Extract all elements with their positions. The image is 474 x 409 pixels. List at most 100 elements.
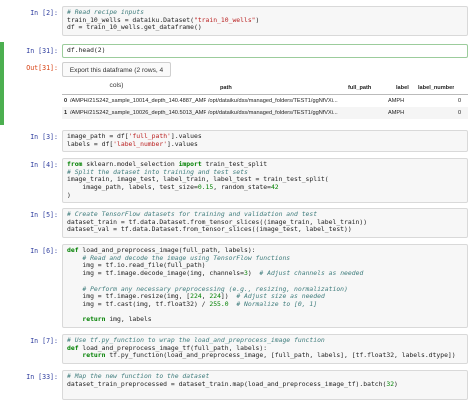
code-token: train_test_split xyxy=(201,161,268,168)
code-comment: # Read recipe inputs xyxy=(67,9,144,16)
code-token: ].values xyxy=(170,133,202,140)
code-editor[interactable]: # Create TensorFlow datasets for trainin… xyxy=(62,208,468,238)
input-prompt: In [7]: xyxy=(30,337,58,345)
code-token: 255.0 xyxy=(209,300,229,308)
code-line: df = train_10_wells.get_dataframe() xyxy=(67,24,463,32)
code-token: dataset_train = tf.data.Dataset.from_ten… xyxy=(67,218,368,226)
cell-label: AMPH xyxy=(388,110,405,116)
code-keyword: def xyxy=(67,344,79,352)
input-prompt: In [3]: xyxy=(30,133,58,141)
code-token: ) xyxy=(255,16,260,24)
code-line: train_10_wells = dataiku.Dataset("train_… xyxy=(67,17,463,25)
code-token: 224 xyxy=(209,293,221,301)
dataframe-table: path full_path label label_number 0 /AMP… xyxy=(62,82,468,119)
export-dataframe-button[interactable]: Export this dataframe (2 rows, 4 cols) xyxy=(62,62,171,89)
column-header-label: label xyxy=(396,85,409,91)
code-line: df.head(2) xyxy=(67,47,463,55)
code-editor[interactable]: # Map the new function to the dataset dat… xyxy=(62,370,468,400)
code-line: # Read recipe inputs xyxy=(67,9,463,17)
column-header-path: path xyxy=(220,85,232,91)
code-line: dataset_train_preprocessed = dataset_tra… xyxy=(67,381,463,389)
code-token: ) xyxy=(394,380,398,388)
code-string: 'full_path' xyxy=(128,133,171,140)
code-comment: # Create TensorFlow datasets for trainin… xyxy=(67,211,318,218)
cell-path: /AMPH/21S242_sample_10026_depth_140.5013… xyxy=(70,110,206,116)
code-string: 'label_number' xyxy=(113,140,168,148)
code-keyword: return xyxy=(82,316,106,324)
code-comment: # Normalize to [0, 1] xyxy=(236,300,318,308)
code-line: ) xyxy=(67,192,463,200)
table-row: 1 /AMPH/21S242_sample_10026_depth_140.50… xyxy=(62,107,468,119)
code-string: "train_10_wells" xyxy=(193,16,256,24)
cell-label: AMPH xyxy=(388,98,405,104)
code-line: # Map the new function to the dataset xyxy=(67,373,463,381)
code-token: tf.py_function(load_and_preprocess_image… xyxy=(105,352,456,360)
code-line: return img, labels xyxy=(67,316,463,324)
code-comment: # Split the dataset into training and te… xyxy=(67,168,248,176)
code-token: img = tf.cast(img, tf.float32) / xyxy=(67,300,210,308)
code-editor[interactable]: # Use tf.py_function to wrap the load_an… xyxy=(62,334,468,364)
code-token: dataset_train_preprocessed = dataset_tra… xyxy=(67,380,387,388)
code-editor[interactable]: df.head(2) xyxy=(62,44,468,58)
row-index: 1 xyxy=(64,110,68,116)
code-token: ) xyxy=(67,191,71,199)
code-comment: # Perform any necessary preprocessing (e… xyxy=(82,285,348,293)
code-editor[interactable]: def load_and_preprocess_image(full_path,… xyxy=(62,244,468,328)
code-editor[interactable]: # Read recipe inputs train_10_wells = dat… xyxy=(62,6,468,36)
code-token: labels = df[ xyxy=(67,140,114,148)
code-keyword: def xyxy=(67,247,79,254)
code-keyword: return xyxy=(82,352,106,360)
column-header-full-path: full_path xyxy=(348,85,372,91)
code-line: labels = df['label_number'].values xyxy=(67,141,463,149)
input-prompt: In [5]: xyxy=(30,211,58,219)
code-line: image_path, labels, test_size=0.15, rand… xyxy=(67,184,463,192)
code-token: 224 xyxy=(190,293,202,301)
code-line: # Use tf.py_function to wrap the load_an… xyxy=(67,337,463,345)
code-comment: # Adjust channels as needed xyxy=(259,270,364,278)
code-line: def load_and_preprocess_image(full_path,… xyxy=(67,247,463,255)
code-keyword: import xyxy=(178,161,202,168)
cell-label-number: 0 xyxy=(458,110,462,116)
code-line: # Perform any necessary preprocessing (e… xyxy=(67,286,463,294)
code-token: 42 xyxy=(270,184,279,192)
code-token: dataset_val = tf.data.Dataset.from_tenso… xyxy=(67,226,352,234)
code-token: image_path, labels, test_size= xyxy=(67,184,198,192)
code-line: img = tf.io.read_file(full_path) xyxy=(67,262,463,270)
code-line: # Create TensorFlow datasets for trainin… xyxy=(67,211,463,219)
code-line: from sklearn.model_selection import trai… xyxy=(67,161,463,169)
output-prompt: Out[31]: xyxy=(26,64,58,72)
code-token: img, labels xyxy=(105,316,152,324)
code-editor[interactable]: from sklearn.model_selection import trai… xyxy=(62,158,468,203)
code-token: load_and_preprocess_image_tf(full_path, … xyxy=(78,344,268,352)
code-line: img = tf.image.resize(img, [224, 224]) #… xyxy=(67,293,463,301)
code-token: sklearn.model_selection xyxy=(82,161,179,168)
table-header-row: path full_path label label_number xyxy=(62,82,468,95)
table-row: 0 /AMPH/21S242_sample_10014_depth_140.48… xyxy=(62,95,468,107)
code-token: df.head(2) xyxy=(67,47,106,54)
code-comment: # Map the new function to the dataset xyxy=(67,373,210,380)
code-line: def load_and_preprocess_image_tf(full_pa… xyxy=(67,345,463,353)
code-token: 32 xyxy=(386,380,395,388)
code-token: ].values xyxy=(167,140,198,148)
code-token: , random_state= xyxy=(213,184,271,192)
code-token: img = tf.image.resize(img, [ xyxy=(67,293,191,301)
code-editor[interactable]: image_path = df['full_path'].values label… xyxy=(62,130,468,152)
input-prompt: In [4]: xyxy=(30,161,58,169)
input-prompt: In [31]: xyxy=(26,47,58,55)
code-comment: # Adjust size as needed xyxy=(236,293,325,301)
code-token: ) xyxy=(247,270,260,278)
code-token: ]) xyxy=(220,293,237,301)
code-line: image_path = df['full_path'].values xyxy=(67,133,463,141)
code-token: df = train_10_wells.get_dataframe() xyxy=(67,24,202,32)
code-token: img = tf.io.read_file(full_path) xyxy=(67,262,206,270)
code-keyword: from xyxy=(67,161,83,168)
code-line: dataset_val = tf.data.Dataset.from_tenso… xyxy=(67,226,463,234)
column-header-label-number: label_number xyxy=(418,85,455,91)
code-token: 0.15 xyxy=(197,184,214,192)
code-line: # Split the dataset into training and te… xyxy=(67,169,463,177)
code-token: image_path = df[ xyxy=(67,133,129,140)
